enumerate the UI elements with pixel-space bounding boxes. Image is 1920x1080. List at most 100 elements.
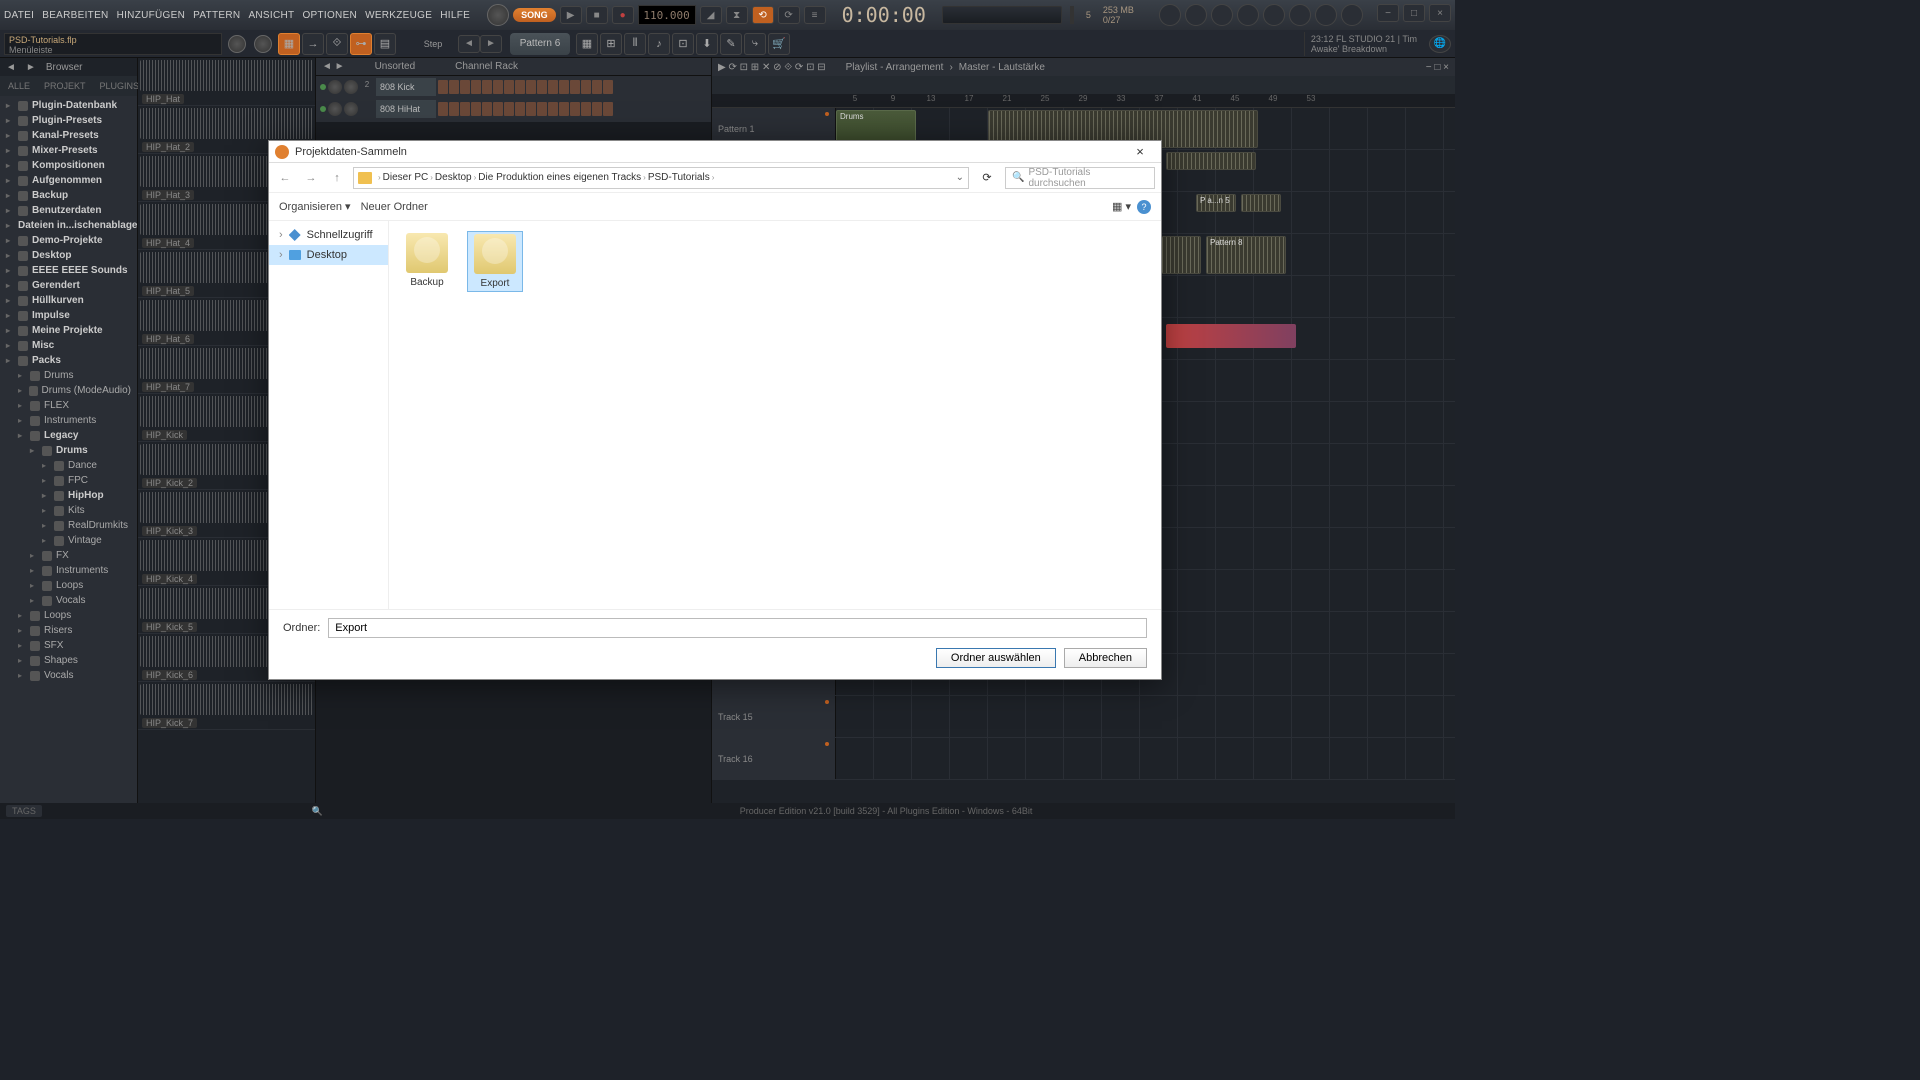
tree-item[interactable]: ▸Misc <box>0 338 137 353</box>
expand-icon[interactable]: ► <box>26 62 36 73</box>
step-button[interactable] <box>592 102 602 116</box>
breadcrumb-item[interactable]: Desktop <box>435 172 472 183</box>
tree-item[interactable]: ▸SFX <box>0 638 137 653</box>
view-channel-button[interactable]: ⟐ <box>326 33 348 55</box>
step-button[interactable] <box>548 102 558 116</box>
step-button[interactable] <box>449 80 459 94</box>
help-icon[interactable]: ? <box>1137 200 1151 214</box>
tree-item[interactable]: ▸Hüllkurven <box>0 293 137 308</box>
breadcrumb[interactable]: › Dieser PC › Desktop › Die Produktion e… <box>353 167 969 189</box>
browser-tab[interactable]: PLUGINS <box>96 79 144 93</box>
menu-item[interactable]: DATEI <box>4 10 34 21</box>
tree-item[interactable]: ▸Risers <box>0 623 137 638</box>
step-button[interactable] <box>592 80 602 94</box>
step-next-icon[interactable]: ► <box>480 35 502 53</box>
pitch-knob[interactable] <box>228 35 246 53</box>
collapse-icon[interactable]: ◄ <box>6 62 16 73</box>
tree-item[interactable]: ▸Gerendert <box>0 278 137 293</box>
view-piano-button[interactable]: → <box>302 33 324 55</box>
channel-filter[interactable]: Unsorted <box>375 61 416 72</box>
tree-item[interactable]: ▸HipHop <box>0 488 137 503</box>
tree-item[interactable]: ▸FPC <box>0 473 137 488</box>
menu-item[interactable]: OPTIONEN <box>302 10 357 21</box>
dialog-files[interactable]: Backup Export <box>389 221 1161 609</box>
step-button[interactable] <box>504 80 514 94</box>
organize-button[interactable]: Organisieren ▾ <box>279 200 351 213</box>
tree-item[interactable]: ▸Instruments <box>0 413 137 428</box>
step-button[interactable] <box>504 102 514 116</box>
sample-item[interactable]: HIP_Kick_7 <box>138 682 315 730</box>
channel-vol-knob[interactable] <box>344 80 358 94</box>
countdown-icon[interactable]: ⧗ <box>726 6 748 24</box>
folder-item-backup[interactable]: Backup <box>399 231 455 290</box>
menu-item[interactable]: HINZUFÜGEN <box>117 10 186 21</box>
sidebar-quickaccess[interactable]: › Schnellzugriff <box>269 225 388 245</box>
tree-item[interactable]: ▸Plugin-Presets <box>0 113 137 128</box>
song-mode-button[interactable]: SONG <box>513 8 556 22</box>
step-button[interactable] <box>537 102 547 116</box>
clip[interactable] <box>1166 152 1256 170</box>
clip-automation[interactable] <box>1166 324 1296 348</box>
overdub-icon[interactable]: ⟲ <box>752 6 774 24</box>
nav-up-icon[interactable]: ↑ <box>327 172 347 184</box>
save-icon[interactable] <box>1185 4 1207 26</box>
tree-item[interactable]: ▸Impulse <box>0 308 137 323</box>
browser-tab[interactable]: PROJEKT <box>40 79 90 93</box>
tree-item[interactable]: ▸Loops <box>0 578 137 593</box>
view-browser-button[interactable]: ▤ <box>374 33 396 55</box>
tree-item[interactable]: ▸Drums (ModeAudio) <box>0 383 137 398</box>
close-icon[interactable]: × <box>1429 4 1451 22</box>
tool-7-icon[interactable]: ✎ <box>720 33 742 55</box>
clip[interactable] <box>1241 194 1281 212</box>
step-button[interactable] <box>526 102 536 116</box>
maximize-icon[interactable]: □ <box>1403 4 1425 22</box>
sidebar-desktop[interactable]: › Desktop <box>269 245 388 265</box>
step-prev-icon[interactable]: ◄ <box>458 35 480 53</box>
step-button[interactable] <box>559 80 569 94</box>
tool-8-icon[interactable]: ⤷ <box>744 33 766 55</box>
minimize-icon[interactable]: − <box>1377 4 1399 22</box>
clip[interactable]: Pattern 8 <box>1206 236 1286 274</box>
step-button[interactable] <box>482 102 492 116</box>
play-button[interactable]: ▶ <box>560 6 582 24</box>
tool-9-icon[interactable]: 🛒 <box>768 33 790 55</box>
tool-1-icon[interactable]: ▦ <box>576 33 598 55</box>
nav-back-icon[interactable]: ← <box>275 172 295 184</box>
stop-button[interactable]: ■ <box>586 6 608 24</box>
step-icon[interactable]: ≡ <box>804 6 826 24</box>
step-button[interactable] <box>438 102 448 116</box>
channel-led-icon[interactable] <box>320 106 326 112</box>
clip[interactable]: P a...n 5 <box>1196 194 1236 212</box>
main-volume-knob[interactable] <box>487 4 509 26</box>
nav-forward-icon[interactable]: → <box>301 172 321 184</box>
browser-tab[interactable]: ALLE <box>4 79 34 93</box>
tree-item[interactable]: ▸EEEE EEEE Sounds <box>0 263 137 278</box>
tree-item[interactable]: ▸Drums <box>0 443 137 458</box>
step-button[interactable] <box>537 80 547 94</box>
tree-item[interactable]: ▸FX <box>0 548 137 563</box>
channel-vol-knob[interactable] <box>344 102 358 116</box>
tree-item[interactable]: ▸Drums <box>0 368 137 383</box>
step-button[interactable] <box>581 102 591 116</box>
pattern-selector[interactable]: Pattern 6 <box>510 33 570 55</box>
volume-knob[interactable] <box>254 35 272 53</box>
search-input[interactable]: 🔍 PSD-Tutorials durchsuchen <box>1005 167 1155 189</box>
download-icon[interactable] <box>1341 4 1363 26</box>
view-mode-icon[interactable]: ▦ ▾ <box>1112 200 1131 213</box>
cancel-button[interactable]: Abbrechen <box>1064 648 1147 668</box>
channel-pan-knob[interactable] <box>328 102 342 116</box>
tree-item[interactable]: ▸Vintage <box>0 533 137 548</box>
channel-pan-knob[interactable] <box>328 80 342 94</box>
track-header[interactable]: Track 15 <box>712 696 836 737</box>
channel-name[interactable]: 808 Kick <box>376 78 436 96</box>
time-display[interactable]: 0:00:00 <box>842 3 926 27</box>
tree-item[interactable]: ▸Meine Projekte <box>0 323 137 338</box>
channel-name[interactable]: 808 HiHat <box>376 100 436 118</box>
track-header[interactable]: Track 16 <box>712 738 836 779</box>
step-button[interactable] <box>515 102 525 116</box>
tree-item[interactable]: ▸Vocals <box>0 593 137 608</box>
step-button[interactable] <box>460 80 470 94</box>
tool-6-icon[interactable]: ⬇ <box>696 33 718 55</box>
tree-item[interactable]: ▸Shapes <box>0 653 137 668</box>
tree-item[interactable]: ▸Kits <box>0 503 137 518</box>
